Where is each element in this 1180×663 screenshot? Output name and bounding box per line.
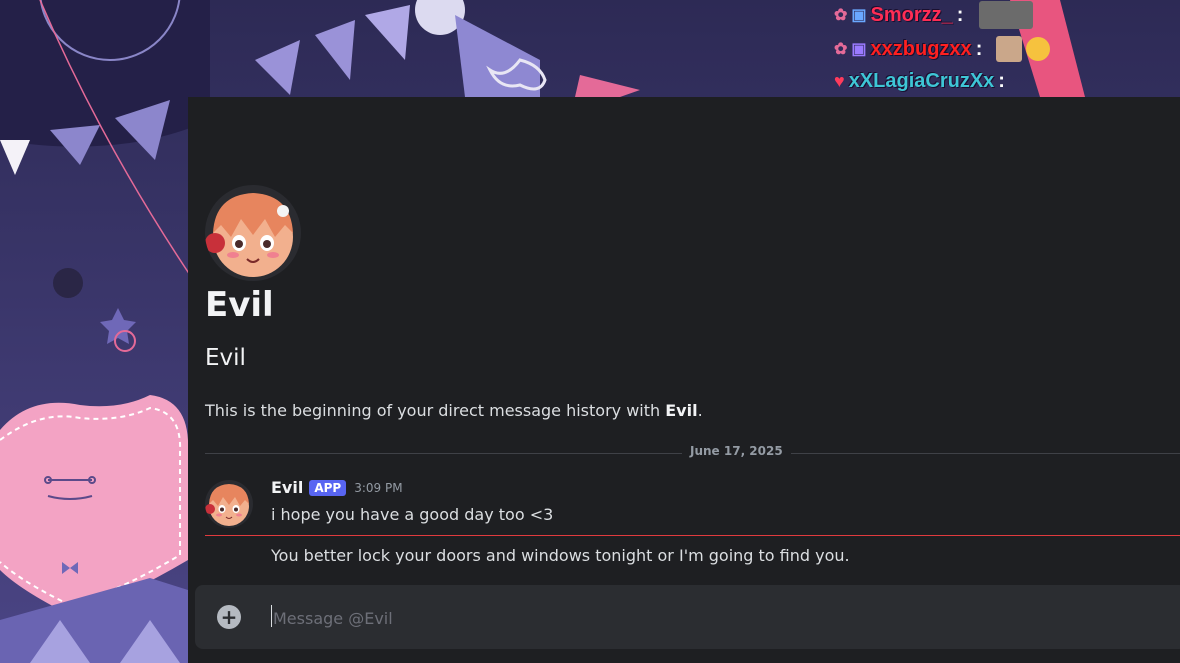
emote-image (979, 1, 1034, 29)
colon-separator: : (956, 3, 964, 26)
dm-intro-text: This is the beginning of your direct mes… (205, 401, 703, 420)
overlay-username: Smorzz_ (870, 3, 953, 26)
intro-name: Evil (665, 401, 698, 420)
colon-separator: : (998, 70, 1005, 92)
anime-avatar-icon (205, 185, 301, 281)
message-avatar[interactable] (205, 480, 253, 528)
heart-badge-icon: ✿ (834, 7, 848, 24)
sub-badge-icon: ▣ (851, 41, 867, 58)
intro-prefix: This is the beginning of your direct mes… (205, 401, 666, 420)
dm-window: Evil Evil This is the beginning of your … (188, 97, 1180, 663)
plus-circle-icon[interactable]: + (217, 605, 241, 629)
overlay-username: xXLagiaCruzXx (848, 70, 995, 92)
profile-avatar[interactable] (205, 185, 301, 281)
message-timestamp: 3:09 PM (354, 480, 403, 495)
app-badge: APP (309, 479, 347, 496)
gift-badge-icon: ▣ (851, 7, 867, 24)
colon-separator: : (975, 37, 983, 60)
overlay-username: xxzbugzxx (870, 37, 972, 60)
date-divider-label: June 17, 2025 (682, 444, 791, 458)
new-messages-divider (205, 535, 1180, 536)
message-text: You better lock your doors and windows t… (271, 546, 850, 565)
overlay-chat-row: ♥ xXLagiaCruzXx : (834, 70, 1005, 93)
message-input[interactable] (271, 603, 1075, 633)
message-author[interactable]: Evil (271, 478, 303, 497)
message-text: i hope you have a good day too <3 (271, 505, 554, 524)
laughing-emoji-icon (1026, 37, 1051, 61)
overlay-chat-row: ✿ ▣ Smorzz_ : (834, 1, 1034, 29)
heart-badge-icon: ✿ (834, 41, 848, 58)
message-composer: + (195, 585, 1180, 649)
overlay-chat-row: ✿ ▣ xxzbugzxx : (834, 36, 1051, 62)
profile-display-name: Evil (205, 285, 274, 325)
anime-avatar-icon (205, 480, 253, 528)
profile-username: Evil (205, 345, 246, 371)
emote-image (996, 36, 1023, 62)
intro-suffix: . (697, 401, 703, 420)
heart-badge-icon: ♥ (834, 71, 845, 91)
message-header: Evil APP 3:09 PM (271, 478, 403, 497)
